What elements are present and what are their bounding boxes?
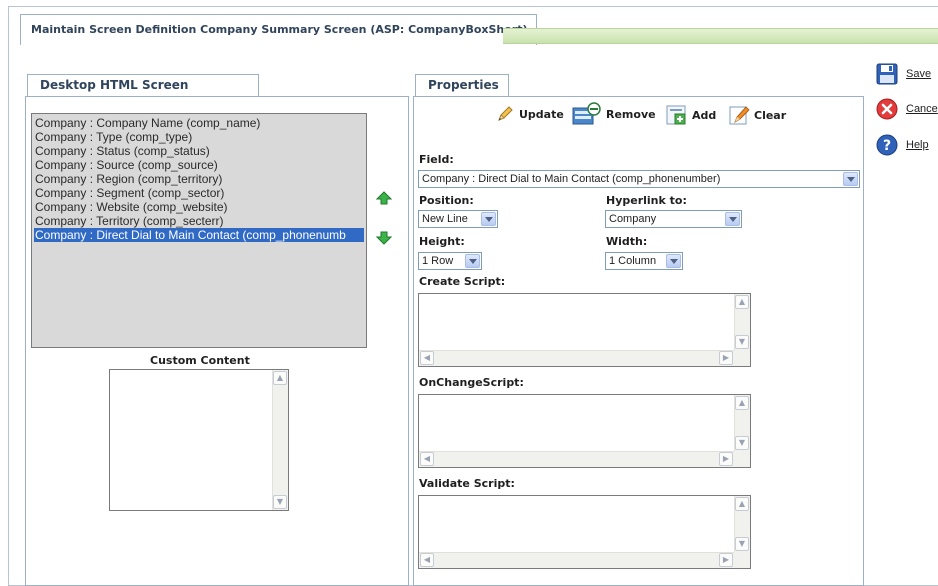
position-select-value: New Line [422,213,468,225]
scroll-corner [734,350,750,366]
scroll-up-icon[interactable]: ▲ [735,396,749,410]
chevron-down-icon[interactable] [465,254,480,268]
field-label: Field: [419,153,454,166]
title-bar-decoration [503,28,938,44]
scroll-left-icon[interactable]: ◀ [420,351,434,365]
onchange-script-textarea[interactable]: ▲ ▼ ◀ ▶ [418,394,751,468]
validate-script-label: Validate Script: [419,477,515,490]
add-button[interactable]: Add [666,104,716,126]
create-script-textarea[interactable]: ▲ ▼ ◀ ▶ [418,293,751,367]
list-item[interactable]: Company : Status (comp_status) [34,144,364,158]
validate-script-hscroll[interactable]: ◀ ▶ [419,552,734,568]
position-select[interactable]: New Line [418,210,498,228]
field-select-value: Company : Direct Dial to Main Contact (c… [422,173,721,185]
help-icon: ? [876,134,898,156]
move-up-arrow-icon[interactable] [376,190,392,206]
hyperlink-label: Hyperlink to: [606,194,687,207]
save-button[interactable]: Save [876,63,931,85]
create-script-hscroll[interactable]: ◀ ▶ [419,350,734,366]
custom-content-textarea[interactable]: ▲ ▼ [109,369,289,511]
scroll-down-icon[interactable]: ▼ [735,335,749,349]
update-button[interactable]: Update [495,104,564,124]
pencil-icon [498,106,513,121]
create-script-label: Create Script: [419,275,506,288]
custom-content-label: Custom Content [150,354,250,367]
scroll-left-icon[interactable]: ◀ [420,452,434,466]
width-label: Width: [606,235,648,248]
list-item[interactable]: Company : Segment (comp_sector) [34,186,364,200]
svg-text:?: ? [883,138,891,154]
chevron-down-icon[interactable] [725,212,740,226]
scroll-corner [734,451,750,467]
scroll-down-icon[interactable]: ▼ [273,495,287,509]
onchange-script-vscroll[interactable]: ▲ ▼ [734,395,750,451]
list-item[interactable]: Company : Website (comp_website) [34,200,364,214]
chevron-down-icon[interactable] [481,212,496,226]
add-label: Add [692,108,717,122]
width-select-value: 1 Column [609,255,657,267]
scroll-up-icon[interactable]: ▲ [735,295,749,309]
remove-button[interactable]: Remove [572,102,656,126]
field-select[interactable]: Company : Direct Dial to Main Contact (c… [418,170,860,188]
scroll-right-icon[interactable]: ▶ [719,553,733,567]
move-down-arrow-icon[interactable] [376,230,392,246]
help-label: Help [906,139,929,151]
tab-properties[interactable]: Properties [415,74,509,96]
remove-label: Remove [606,107,656,121]
onchange-script-label: OnChangeScript: [419,376,524,389]
cancel-icon [876,98,898,120]
list-item[interactable]: Company : Type (comp_type) [34,130,364,144]
position-label: Position: [419,194,474,207]
remove-field-icon [572,102,601,125]
clear-label: Clear [754,108,787,122]
scroll-up-icon[interactable]: ▲ [735,497,749,511]
list-item[interactable]: Company : Source (comp_source) [34,158,364,172]
clear-icon [729,106,750,125]
update-label: Update [519,107,564,121]
list-item[interactable]: Company : Direct Dial to Main Contact (c… [34,228,364,242]
scroll-corner [734,552,750,568]
clear-button[interactable]: Clear [728,104,786,126]
chevron-down-icon[interactable] [843,172,858,186]
page-title: Maintain Screen Definition Company Summa… [20,14,537,45]
scroll-right-icon[interactable]: ▶ [719,452,733,466]
hyperlink-select[interactable]: Company [605,210,742,228]
cancel-button[interactable]: Cance [876,98,938,120]
validate-script-vscroll[interactable]: ▲ ▼ [734,496,750,552]
help-button[interactable]: ? Help [876,134,929,156]
chevron-down-icon[interactable] [666,254,681,268]
scroll-right-icon[interactable]: ▶ [719,351,733,365]
height-select[interactable]: 1 Row [418,252,482,270]
floppy-disk-icon [876,63,898,85]
validate-script-textarea[interactable]: ▲ ▼ ◀ ▶ [418,495,751,569]
hyperlink-select-value: Company [609,213,657,225]
height-label: Height: [419,235,465,248]
onchange-script-hscroll[interactable]: ◀ ▶ [419,451,734,467]
save-label: Save [906,68,932,80]
scroll-left-icon[interactable]: ◀ [420,553,434,567]
create-script-vscroll[interactable]: ▲ ▼ [734,294,750,350]
scroll-down-icon[interactable]: ▼ [735,537,749,551]
custom-content-vscroll[interactable]: ▲ ▼ [272,370,288,510]
add-field-icon [666,105,686,125]
list-item[interactable]: Company : Region (comp_territory) [34,172,364,186]
list-item[interactable]: Company : Company Name (comp_name) [34,116,364,130]
scroll-up-icon[interactable]: ▲ [273,371,287,385]
cancel-label: Cance [906,103,938,115]
tab-desktop-html-screen-contents[interactable]: Desktop HTML Screen Contents [27,74,259,113]
screen-contents-listbox[interactable]: Company : Company Name (comp_name) Compan… [31,113,367,348]
scroll-down-icon[interactable]: ▼ [735,436,749,450]
height-select-value: 1 Row [422,255,454,267]
list-item[interactable]: Company : Territory (comp_secterr) [34,214,364,228]
width-select[interactable]: 1 Column [605,252,683,270]
